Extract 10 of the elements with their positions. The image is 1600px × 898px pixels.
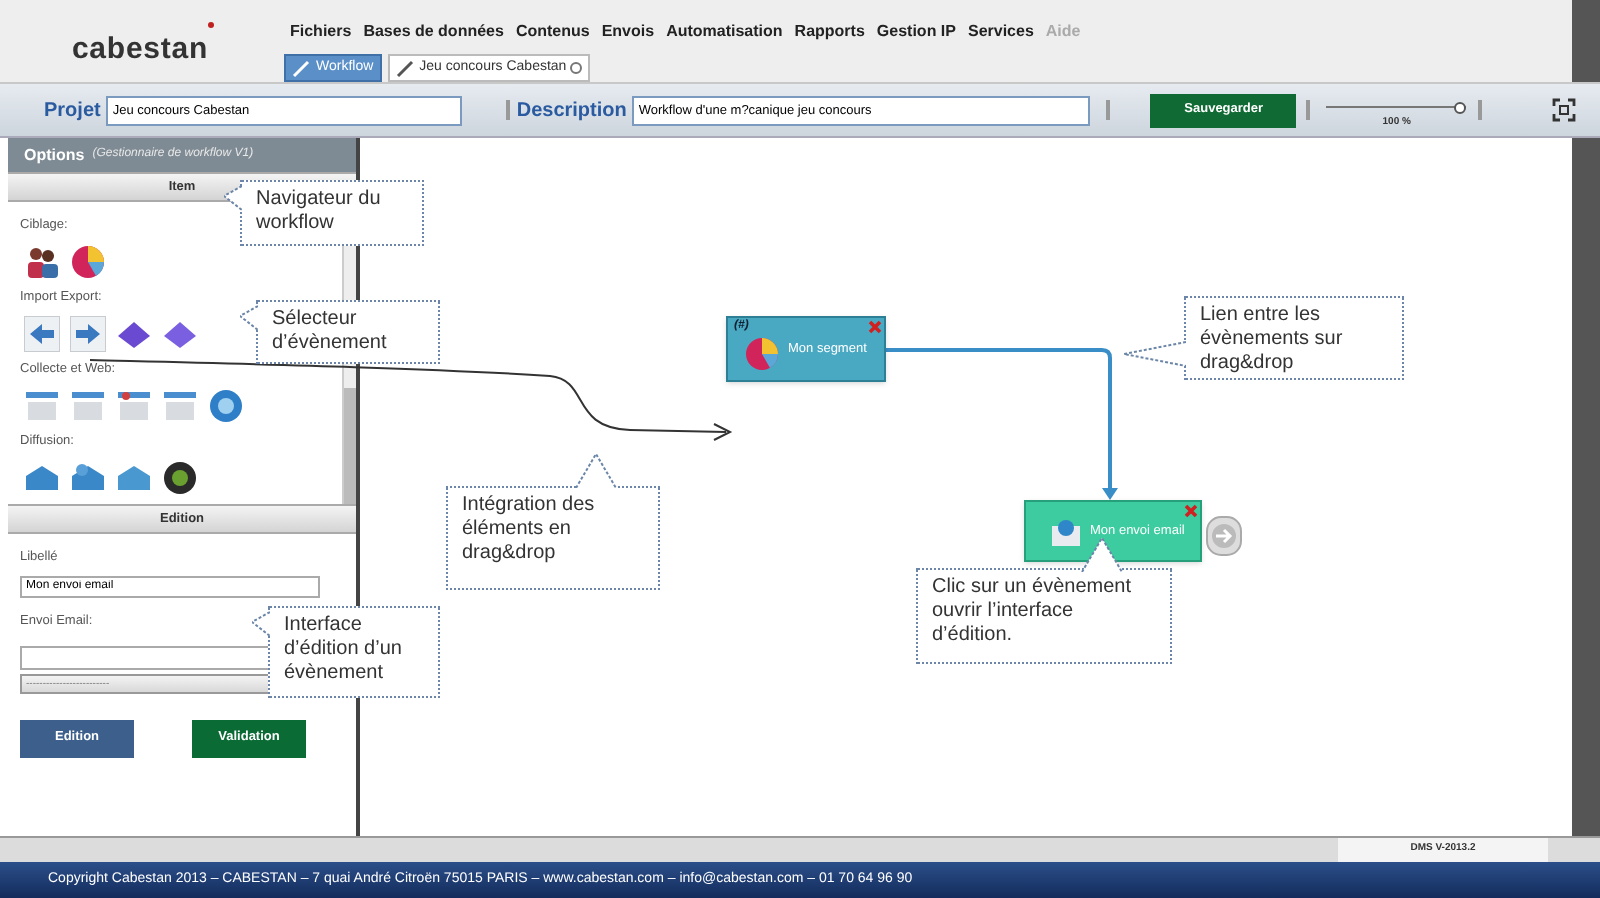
project-label: Projet [44, 97, 101, 125]
callout-tooltip: Clic sur un évènement ouvrir l’interface d’édition. [916, 568, 1172, 664]
callout-tooltip: Interface d’édition d’un évènement [268, 606, 440, 698]
callout-tooltip: Navigateur du workflow [240, 180, 424, 246]
logo: cabestan [71, 29, 209, 69]
callout-tooltip: Lien entre les évènements sur drag&drop [1184, 296, 1404, 380]
description-label: Description [516, 97, 627, 125]
panel-title: Options [24, 143, 85, 167]
callout-tooltip: Sélecteur d’évènement [256, 300, 440, 364]
callout-tooltip: Intégration des éléments en drag&drop [446, 486, 660, 590]
